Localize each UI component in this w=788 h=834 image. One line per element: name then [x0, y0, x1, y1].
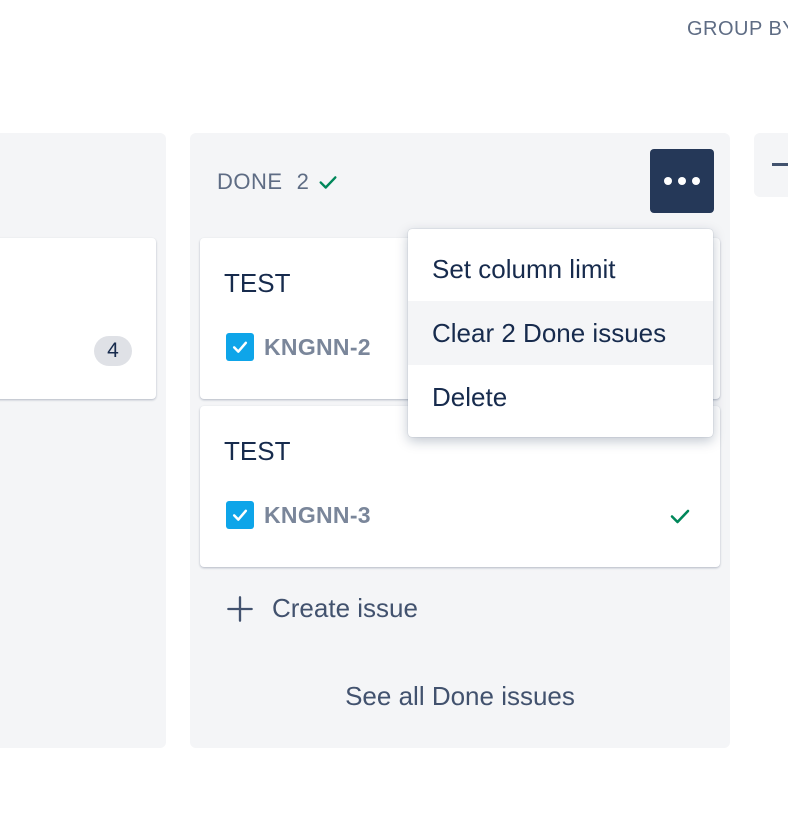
- more-icon-dot: [678, 177, 686, 185]
- story-points-badge: 4: [94, 336, 132, 366]
- create-issue-label: Create issue: [272, 593, 418, 623]
- column-title: DONE: [217, 169, 283, 194]
- plus-icon: [227, 595, 253, 622]
- issue-card-partial[interactable]: 4: [0, 238, 156, 399]
- task-checkbox-icon: [226, 333, 254, 361]
- check-icon: [670, 509, 690, 524]
- check-icon: [319, 176, 337, 189]
- menu-item-set-column-limit[interactable]: Set column limit: [408, 237, 713, 301]
- issue-summary: TEST: [224, 436, 291, 466]
- column-issue-count: 2: [296, 169, 309, 194]
- column-more-button[interactable]: [650, 149, 714, 213]
- add-column-button[interactable]: [754, 133, 788, 197]
- menu-item-clear-done-issues[interactable]: Clear 2 Done issues: [408, 301, 713, 365]
- issue-summary: TEST: [224, 268, 291, 298]
- menu-item-delete[interactable]: Delete: [408, 365, 713, 429]
- issue-key-link[interactable]: KNGNN-2: [264, 334, 371, 361]
- group-by-button[interactable]: GROUP BY: [687, 18, 788, 41]
- more-icon: [664, 177, 672, 185]
- board-column-done: DONE 2 TEST KNGNN-2 TEST KNGNN-3 Create …: [190, 133, 730, 748]
- see-all-done-issues-link[interactable]: See all Done issues: [190, 681, 730, 712]
- issue-key-row: KNGNN-3: [226, 501, 371, 529]
- column-header: DONE 2: [217, 169, 339, 195]
- more-icon-dot: [692, 177, 700, 185]
- minus-icon: [772, 163, 788, 166]
- issue-key-link[interactable]: KNGNN-3: [264, 502, 371, 529]
- task-checkbox-icon: [226, 501, 254, 529]
- board-column-previous: [0, 133, 166, 748]
- board-view: GROUP BY 4 DONE 2 TEST KNGNN-2 TEST KNGN…: [0, 0, 788, 834]
- issue-key-row: KNGNN-2: [226, 333, 371, 361]
- column-actions-menu: Set column limit Clear 2 Done issues Del…: [408, 229, 713, 437]
- create-issue-button[interactable]: Create issue: [226, 593, 418, 624]
